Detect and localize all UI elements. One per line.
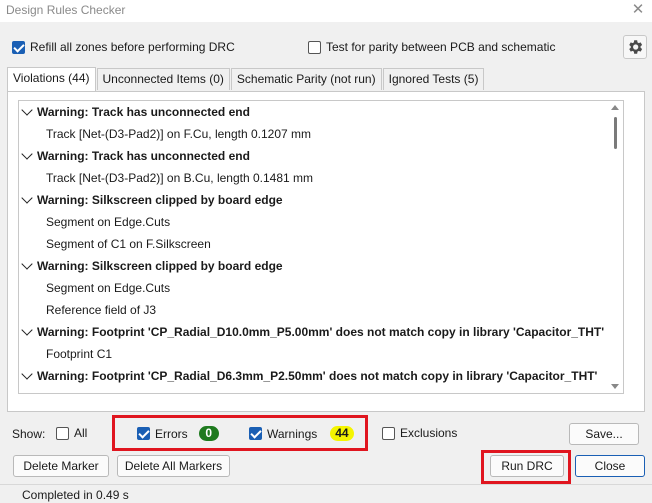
warnings-count-badge: 44 (330, 426, 354, 441)
refill-zones-option[interactable]: Refill all zones before performing DRC (12, 40, 235, 54)
chevron-down-icon[interactable] (21, 192, 33, 204)
filter-errors[interactable]: Errors 0 (137, 426, 219, 441)
violation-warning-row[interactable]: Warning: Footprint 'CP_Radial_D10.0mm_P5… (19, 321, 623, 343)
chevron-down-icon[interactable] (21, 368, 33, 380)
save-button[interactable]: Save... (569, 423, 639, 445)
violations-panel: Warning: Track has unconnected end Track … (7, 91, 645, 412)
violation-item-row[interactable]: Footprint C1 (19, 343, 623, 365)
run-drc-button[interactable]: Run DRC (490, 455, 564, 477)
settings-button[interactable] (623, 35, 647, 59)
chevron-down-icon[interactable] (21, 104, 33, 116)
filter-exclusions-checkbox[interactable] (382, 426, 395, 440)
violation-text: Segment of C1 on F.Silkscreen (46, 237, 211, 251)
violation-text: Warning: Footprint 'CP_Radial_D10.0mm_P5… (37, 325, 605, 339)
violation-item-row[interactable]: Reference field of J3 (19, 299, 623, 321)
tab-ignored-tests[interactable]: Ignored Tests (5) (382, 68, 485, 90)
filter-all[interactable]: All (56, 426, 87, 440)
parity-test-label: Test for parity between PCB and schemati… (326, 40, 556, 54)
violation-text: Warning: Track has unconnected end (37, 149, 250, 163)
close-button[interactable]: Close (575, 455, 645, 477)
status-bar: Completed in 0.49 s (0, 484, 652, 503)
violation-text: Warning: Track has unconnected end (37, 105, 250, 119)
violation-text: Reference field of J3 (46, 303, 157, 317)
violation-text: Segment on Edge.Cuts (46, 281, 171, 295)
vertical-scrollbar[interactable] (607, 101, 623, 393)
tab-violations[interactable]: Violations (44) (7, 67, 96, 91)
tab-schematic-parity[interactable]: Schematic Parity (not run) (230, 68, 382, 90)
close-window-icon[interactable]: ✕ (630, 1, 646, 19)
delete-marker-button[interactable]: Delete Marker (13, 455, 109, 477)
violation-text: Track [Net-(D3-Pad2)] on B.Cu, length 0.… (46, 171, 313, 185)
filter-exclusions-label: Exclusions (400, 426, 458, 440)
tab-bar: Violations (44) Unconnected Items (0) Sc… (7, 67, 485, 91)
filter-errors-label: Errors (155, 426, 188, 441)
filter-errors-checkbox[interactable] (137, 427, 150, 440)
window-title: Design Rules Checker (6, 3, 126, 17)
show-filters: Show: All Errors 0 Warnings 44 Exclusion… (12, 423, 642, 445)
violation-warning-row[interactable]: Warning: Track has unconnected end (19, 145, 623, 167)
violation-item-row[interactable]: Track [Net-(D3-Pad2)] on F.Cu, length 0.… (19, 123, 623, 145)
scroll-down-arrow-icon[interactable] (611, 384, 619, 389)
title-bar: Design Rules Checker ✕ (0, 0, 652, 22)
violation-text: Track [Net-(D3-Pad2)] on F.Cu, length 0.… (46, 127, 311, 141)
violation-warning-row[interactable]: Warning: Silkscreen clipped by board edg… (19, 255, 623, 277)
violation-text: Warning: Footprint 'CP_Radial_D6.3mm_P2.… (37, 369, 598, 383)
violation-text: Footprint C1 (46, 347, 113, 361)
violation-item-row[interactable]: Segment of C1 on F.Silkscreen (19, 233, 623, 255)
violations-list[interactable]: Warning: Track has unconnected end Track … (18, 100, 624, 394)
filter-warnings-checkbox[interactable] (249, 427, 262, 440)
violation-warning-row[interactable]: Warning: Footprint 'CP_Radial_D6.3mm_P2.… (19, 365, 623, 387)
chevron-down-icon[interactable] (21, 148, 33, 160)
violation-warning-row[interactable]: Warning: Silkscreen clipped by board edg… (19, 189, 623, 211)
gear-icon (629, 40, 643, 54)
show-label: Show: (12, 427, 46, 441)
violation-item-row[interactable]: Segment on Edge.Cuts (19, 277, 623, 299)
delete-all-markers-button[interactable]: Delete All Markers (117, 455, 230, 477)
parity-test-checkbox[interactable] (308, 40, 321, 54)
chevron-down-icon[interactable] (21, 324, 33, 336)
violation-item-row[interactable]: Segment on Edge.Cuts (19, 211, 623, 233)
filter-warnings[interactable]: Warnings 44 (249, 426, 354, 441)
filter-all-label: All (74, 426, 88, 440)
parity-test-option[interactable]: Test for parity between PCB and schemati… (308, 40, 555, 54)
status-text: Completed in 0.49 s (22, 488, 129, 502)
violation-text: Segment on Edge.Cuts (46, 215, 171, 229)
violation-item-row[interactable]: Track [Net-(D3-Pad2)] on B.Cu, length 0.… (19, 167, 623, 189)
filter-exclusions[interactable]: Exclusions (382, 426, 457, 440)
violation-text: Warning: Silkscreen clipped by board edg… (37, 259, 283, 273)
filter-all-checkbox[interactable] (56, 426, 69, 440)
violation-warning-row[interactable]: Warning: Track has unconnected end (19, 101, 623, 123)
chevron-down-icon[interactable] (21, 258, 33, 270)
filter-warnings-label: Warnings (267, 426, 318, 441)
refill-zones-label: Refill all zones before performing DRC (30, 40, 235, 54)
refill-zones-checkbox[interactable] (12, 40, 25, 54)
errors-count-badge: 0 (198, 426, 219, 441)
tab-unconnected-items[interactable]: Unconnected Items (0) (96, 68, 230, 90)
violation-text: Warning: Silkscreen clipped by board edg… (37, 193, 283, 207)
scrollbar-thumb[interactable] (614, 117, 617, 149)
scroll-up-arrow-icon[interactable] (611, 105, 619, 110)
